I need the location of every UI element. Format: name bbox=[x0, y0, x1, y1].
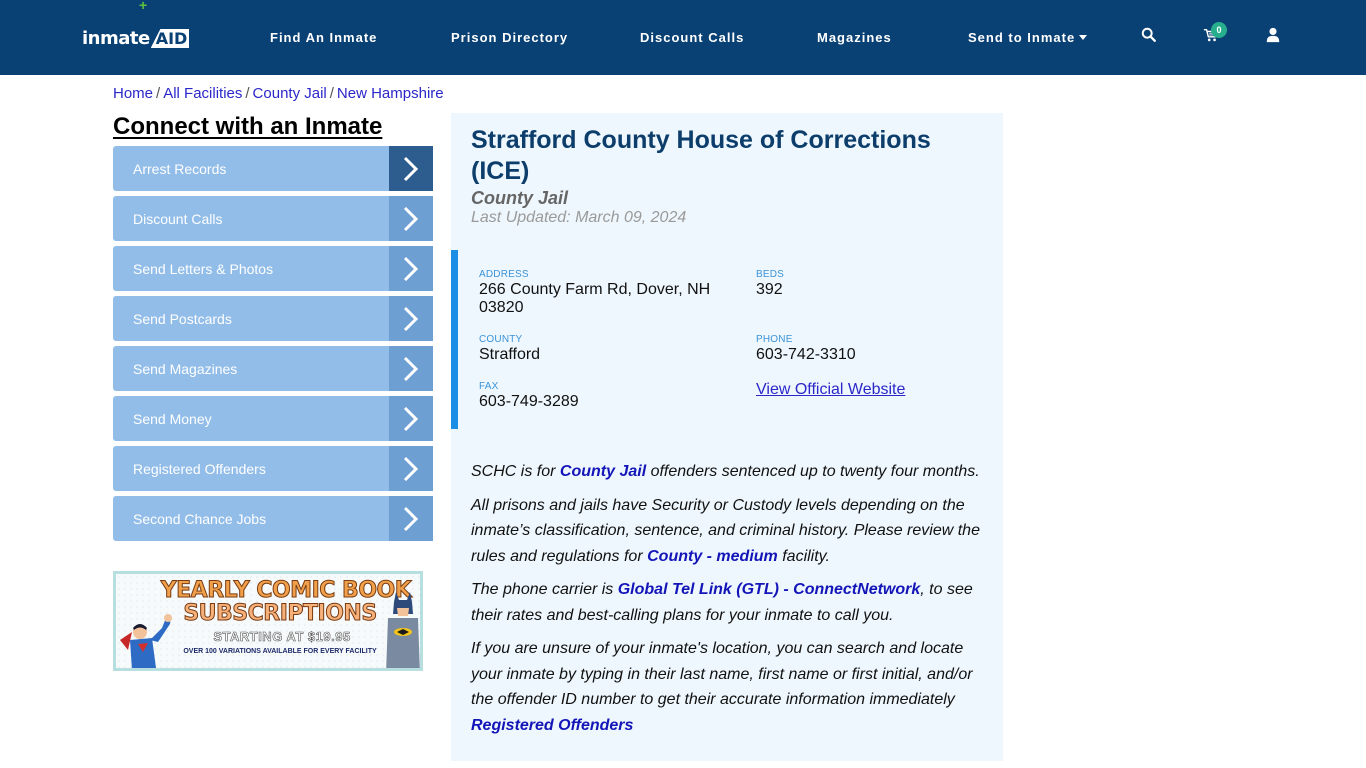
registered-offenders-link[interactable]: Registered Offenders bbox=[471, 717, 633, 734]
sidebar-item-send-letters-photos[interactable]: Send Letters & Photos bbox=[113, 246, 433, 291]
sidebar-item-label: Send Letters & Photos bbox=[133, 260, 274, 277]
phone-carrier-link[interactable]: Global Tel Link (GTL) - ConnectNetwork bbox=[618, 581, 921, 598]
ad-price: STARTING AT $19.95 bbox=[213, 629, 351, 645]
inmateaid-logo[interactable]: inmate AID bbox=[82, 26, 190, 50]
county-jail-link[interactable]: County Jail bbox=[560, 463, 646, 480]
text: offenders sentenced up to twenty four mo… bbox=[646, 463, 980, 480]
breadcrumb-home[interactable]: Home bbox=[113, 85, 153, 102]
description-paragraph: If you are unsure of your inmate's locat… bbox=[471, 636, 991, 738]
chevron-right-icon bbox=[389, 196, 433, 241]
sidebar-item-label: Arrest Records bbox=[133, 160, 227, 177]
county-field: County Strafford bbox=[479, 334, 540, 364]
facility-info-panel: Address 266 County Farm Rd, Dover, NH 03… bbox=[451, 250, 1003, 429]
nav-send-to-inmate-label: Send to Inmate bbox=[968, 30, 1076, 45]
facility-card: Strafford County House of Corrections (I… bbox=[451, 113, 1003, 761]
breadcrumb-separator: / bbox=[156, 85, 161, 102]
fax-field: Fax 603-749-3289 bbox=[479, 381, 579, 411]
sidebar-item-label: Registered Offenders bbox=[133, 460, 266, 477]
beds-field: Beds 392 bbox=[756, 269, 784, 299]
sidebar-item-send-money[interactable]: Send Money bbox=[113, 396, 433, 441]
sidebar-item-send-postcards[interactable]: Send Postcards bbox=[113, 296, 433, 341]
nav-discount-calls[interactable]: Discount Calls bbox=[640, 30, 744, 45]
nav-magazines[interactable]: Magazines bbox=[817, 30, 892, 45]
search-icon[interactable] bbox=[1141, 27, 1159, 45]
sidebar-item-label: Send Postcards bbox=[133, 310, 232, 327]
description-paragraph: All prisons and jails have Security or C… bbox=[471, 493, 991, 570]
sidebar-item-label: Send Money bbox=[133, 410, 212, 427]
ad-headline: YEARLY COMIC BOOK bbox=[160, 578, 412, 604]
facility-type: County Jail bbox=[471, 188, 569, 208]
text: facility. bbox=[777, 547, 830, 565]
county-medium-link[interactable]: County - medium bbox=[647, 548, 778, 565]
address-value: 266 County Farm Rd, Dover, NH 03820 bbox=[479, 281, 711, 316]
batman-illustration-icon bbox=[386, 592, 420, 668]
sidebar-item-arrest-records[interactable]: Arrest Records bbox=[113, 146, 433, 191]
comic-subscription-ad-banner[interactable]: YEARLY COMIC BOOK SUBSCRIPTIONS STARTING… bbox=[113, 571, 423, 671]
chevron-right-icon bbox=[389, 296, 433, 341]
logo-text-inmate: inmate bbox=[82, 28, 150, 49]
logo-plus-icon: + bbox=[139, 0, 148, 13]
ad-tagline: OVER 100 VARIATIONS AVAILABLE FOR EVERY … bbox=[183, 648, 377, 655]
breadcrumb-separator: / bbox=[329, 85, 334, 102]
cart-count-badge: 0 bbox=[1211, 22, 1227, 38]
fax-value: 603-749-3289 bbox=[479, 393, 579, 410]
chevron-right-icon bbox=[389, 146, 433, 191]
phone-field: Phone 603-742-3310 bbox=[756, 334, 856, 364]
sidebar-item-label: Discount Calls bbox=[133, 210, 223, 227]
sidebar-item-label: Send Magazines bbox=[133, 360, 238, 377]
nav-prison-directory[interactable]: Prison Directory bbox=[451, 30, 568, 45]
county-value: Strafford bbox=[479, 346, 541, 363]
breadcrumb-all-facilities[interactable]: All Facilities bbox=[163, 85, 242, 102]
site-header: inmate AID + Find An Inmate Prison Direc… bbox=[0, 0, 1366, 75]
view-official-website-link[interactable]: View Official Website bbox=[756, 381, 905, 399]
nav-find-an-inmate[interactable]: Find An Inmate bbox=[270, 30, 377, 45]
sidebar-item-discount-calls[interactable]: Discount Calls bbox=[113, 196, 433, 241]
address-field: Address 266 County Farm Rd, Dover, NH 03… bbox=[479, 269, 719, 317]
caret-down-icon bbox=[1079, 35, 1088, 40]
sidebar-item-send-magazines[interactable]: Send Magazines bbox=[113, 346, 433, 391]
user-icon[interactable] bbox=[1265, 27, 1283, 45]
beds-value: 392 bbox=[756, 281, 783, 298]
breadcrumb: Home / All Facilities / County Jail / New Hamp… bbox=[113, 85, 444, 102]
facility-name: Strafford County House of Corrections (I… bbox=[471, 126, 931, 185]
county-label: County bbox=[479, 334, 523, 345]
breadcrumb-separator: / bbox=[245, 85, 250, 102]
facility-description: SCHC is for County Jail offenders senten… bbox=[471, 459, 991, 746]
address-label: Address bbox=[479, 269, 529, 280]
chevron-right-icon bbox=[389, 496, 433, 541]
sidebar-item-label: Second Chance Jobs bbox=[133, 510, 267, 527]
chevron-right-icon bbox=[389, 396, 433, 441]
chevron-right-icon bbox=[389, 446, 433, 491]
phone-value: 603-742-3310 bbox=[756, 346, 856, 363]
sidebar-menu: Arrest Records Discount Calls Send Lette… bbox=[113, 146, 433, 546]
text: SCHC is for bbox=[471, 463, 560, 480]
description-paragraph: SCHC is for County Jail offenders senten… bbox=[471, 459, 991, 485]
phone-label: Phone bbox=[756, 334, 793, 345]
text: The phone carrier is bbox=[471, 581, 618, 598]
beds-label: Beds bbox=[756, 269, 785, 280]
chevron-right-icon bbox=[389, 346, 433, 391]
breadcrumb-new-hampshire[interactable]: New Hampshire bbox=[337, 85, 444, 102]
text: If you are unsure of your inmate's locat… bbox=[471, 640, 973, 708]
logo-text-aid: AID bbox=[150, 29, 190, 48]
breadcrumb-county-jail[interactable]: County Jail bbox=[253, 85, 327, 102]
sidebar-title: Connect with an Inmate bbox=[113, 113, 383, 140]
last-updated: Last Updated: March 09, 2024 bbox=[471, 209, 687, 226]
ad-headline-2: SUBSCRIPTIONS bbox=[183, 601, 378, 627]
sidebar-item-registered-offenders[interactable]: Registered Offenders bbox=[113, 446, 433, 491]
nav-send-to-inmate[interactable]: Send to Inmate bbox=[968, 30, 1088, 45]
fax-label: Fax bbox=[479, 381, 499, 392]
description-paragraph: The phone carrier is Global Tel Link (GT… bbox=[471, 577, 991, 628]
sidebar-item-second-chance-jobs[interactable]: Second Chance Jobs bbox=[113, 496, 433, 541]
chevron-right-icon bbox=[389, 246, 433, 291]
